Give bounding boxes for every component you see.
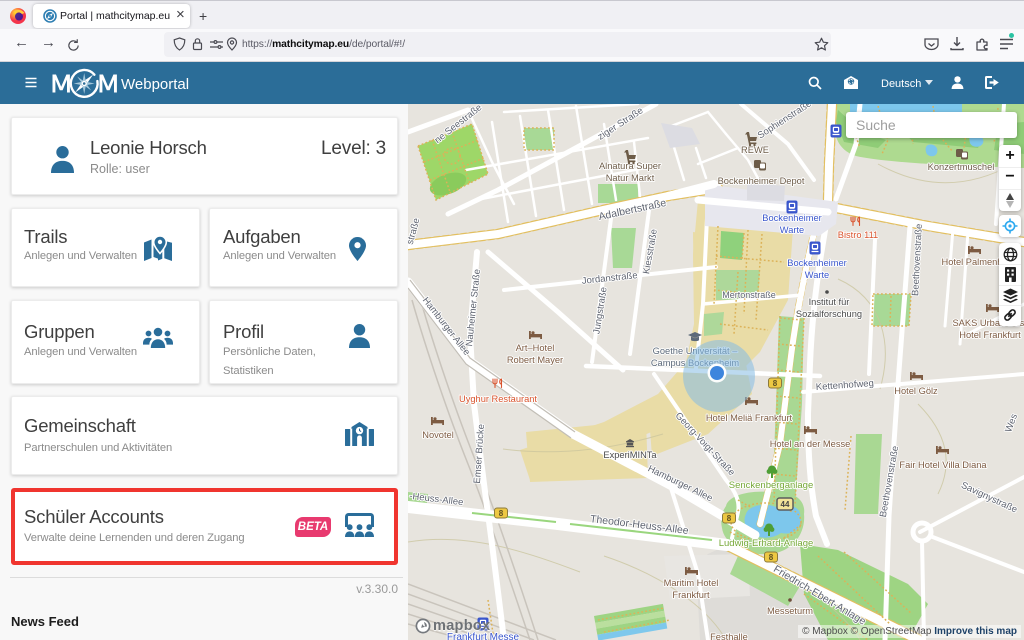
svg-text:Novotel: Novotel bbox=[422, 430, 454, 440]
svg-text:Mertonstraße: Mertonstraße bbox=[722, 290, 776, 300]
svg-text:Beethovenstraße: Beethovenstraße bbox=[910, 223, 925, 296]
svg-text:Maritim Hotel: Maritim Hotel bbox=[664, 578, 719, 588]
svg-text:44: 44 bbox=[781, 500, 790, 509]
svg-text:Uyghur Restaurant: Uyghur Restaurant bbox=[459, 394, 537, 404]
svg-text:Wes: Wes bbox=[1003, 412, 1020, 434]
svg-text:ExperiMINTa: ExperiMINTa bbox=[603, 450, 657, 460]
svg-text:Senckenberganlage: Senckenberganlage bbox=[729, 480, 814, 491]
svg-text:Hotel Palmenh: Hotel Palmenh bbox=[942, 257, 1003, 267]
svg-text:Bistro 111: Bistro 111 bbox=[838, 230, 878, 240]
svg-text:Hotel Gölz: Hotel Gölz bbox=[894, 386, 938, 396]
svg-text:Kettenhofweg: Kettenhofweg bbox=[815, 378, 874, 393]
svg-text:Fair Hotel Villa Diana: Fair Hotel Villa Diana bbox=[899, 460, 987, 470]
svg-text:Natur Markt: Natur Markt bbox=[606, 173, 655, 183]
svg-text:Messeturm: Messeturm bbox=[767, 606, 813, 616]
svg-text:REWE: REWE bbox=[741, 145, 769, 155]
svg-text:Bockenheimer Depot: Bockenheimer Depot bbox=[718, 176, 805, 186]
svg-text:Institut für: Institut für bbox=[809, 297, 850, 307]
svg-text:Bockenheimer: Bockenheimer bbox=[762, 213, 821, 223]
svg-text:Beethovenstraße: Beethovenstraße bbox=[878, 445, 901, 518]
svg-text:Frankfurt: Frankfurt bbox=[672, 590, 710, 600]
svg-text:Hotel Frankfurt: Hotel Frankfurt bbox=[959, 330, 1021, 340]
svg-text:Hotel Meliä Frankfurt: Hotel Meliä Frankfurt bbox=[706, 413, 793, 423]
svg-text:Sozialforschung: Sozialforschung bbox=[796, 309, 862, 319]
svg-text:Art–Hotel: Art–Hotel bbox=[516, 343, 555, 353]
svg-text:Bockenheimer: Bockenheimer bbox=[787, 258, 846, 268]
svg-text:Warte: Warte bbox=[780, 225, 804, 235]
svg-text:Hotel an der Messe: Hotel an der Messe bbox=[770, 439, 851, 449]
svg-text:Nauheimer Straße: Nauheimer Straße bbox=[464, 269, 483, 347]
svg-text:Ludwig-Erhard-Anlage: Ludwig-Erhard-Anlage bbox=[719, 538, 814, 549]
svg-text:Jordanstraße: Jordanstraße bbox=[581, 270, 638, 287]
svg-text:Konzertmuschel: Konzertmuschel bbox=[928, 162, 995, 172]
svg-text:Robert Mayer: Robert Mayer bbox=[507, 355, 563, 365]
svg-text:Warte: Warte bbox=[805, 270, 829, 280]
svg-text:Jungstraße: Jungstraße bbox=[591, 286, 609, 335]
svg-text:Hamburger Allee: Hamburger Allee bbox=[646, 463, 714, 504]
svg-text:Festhalle: Festhalle bbox=[710, 632, 748, 640]
